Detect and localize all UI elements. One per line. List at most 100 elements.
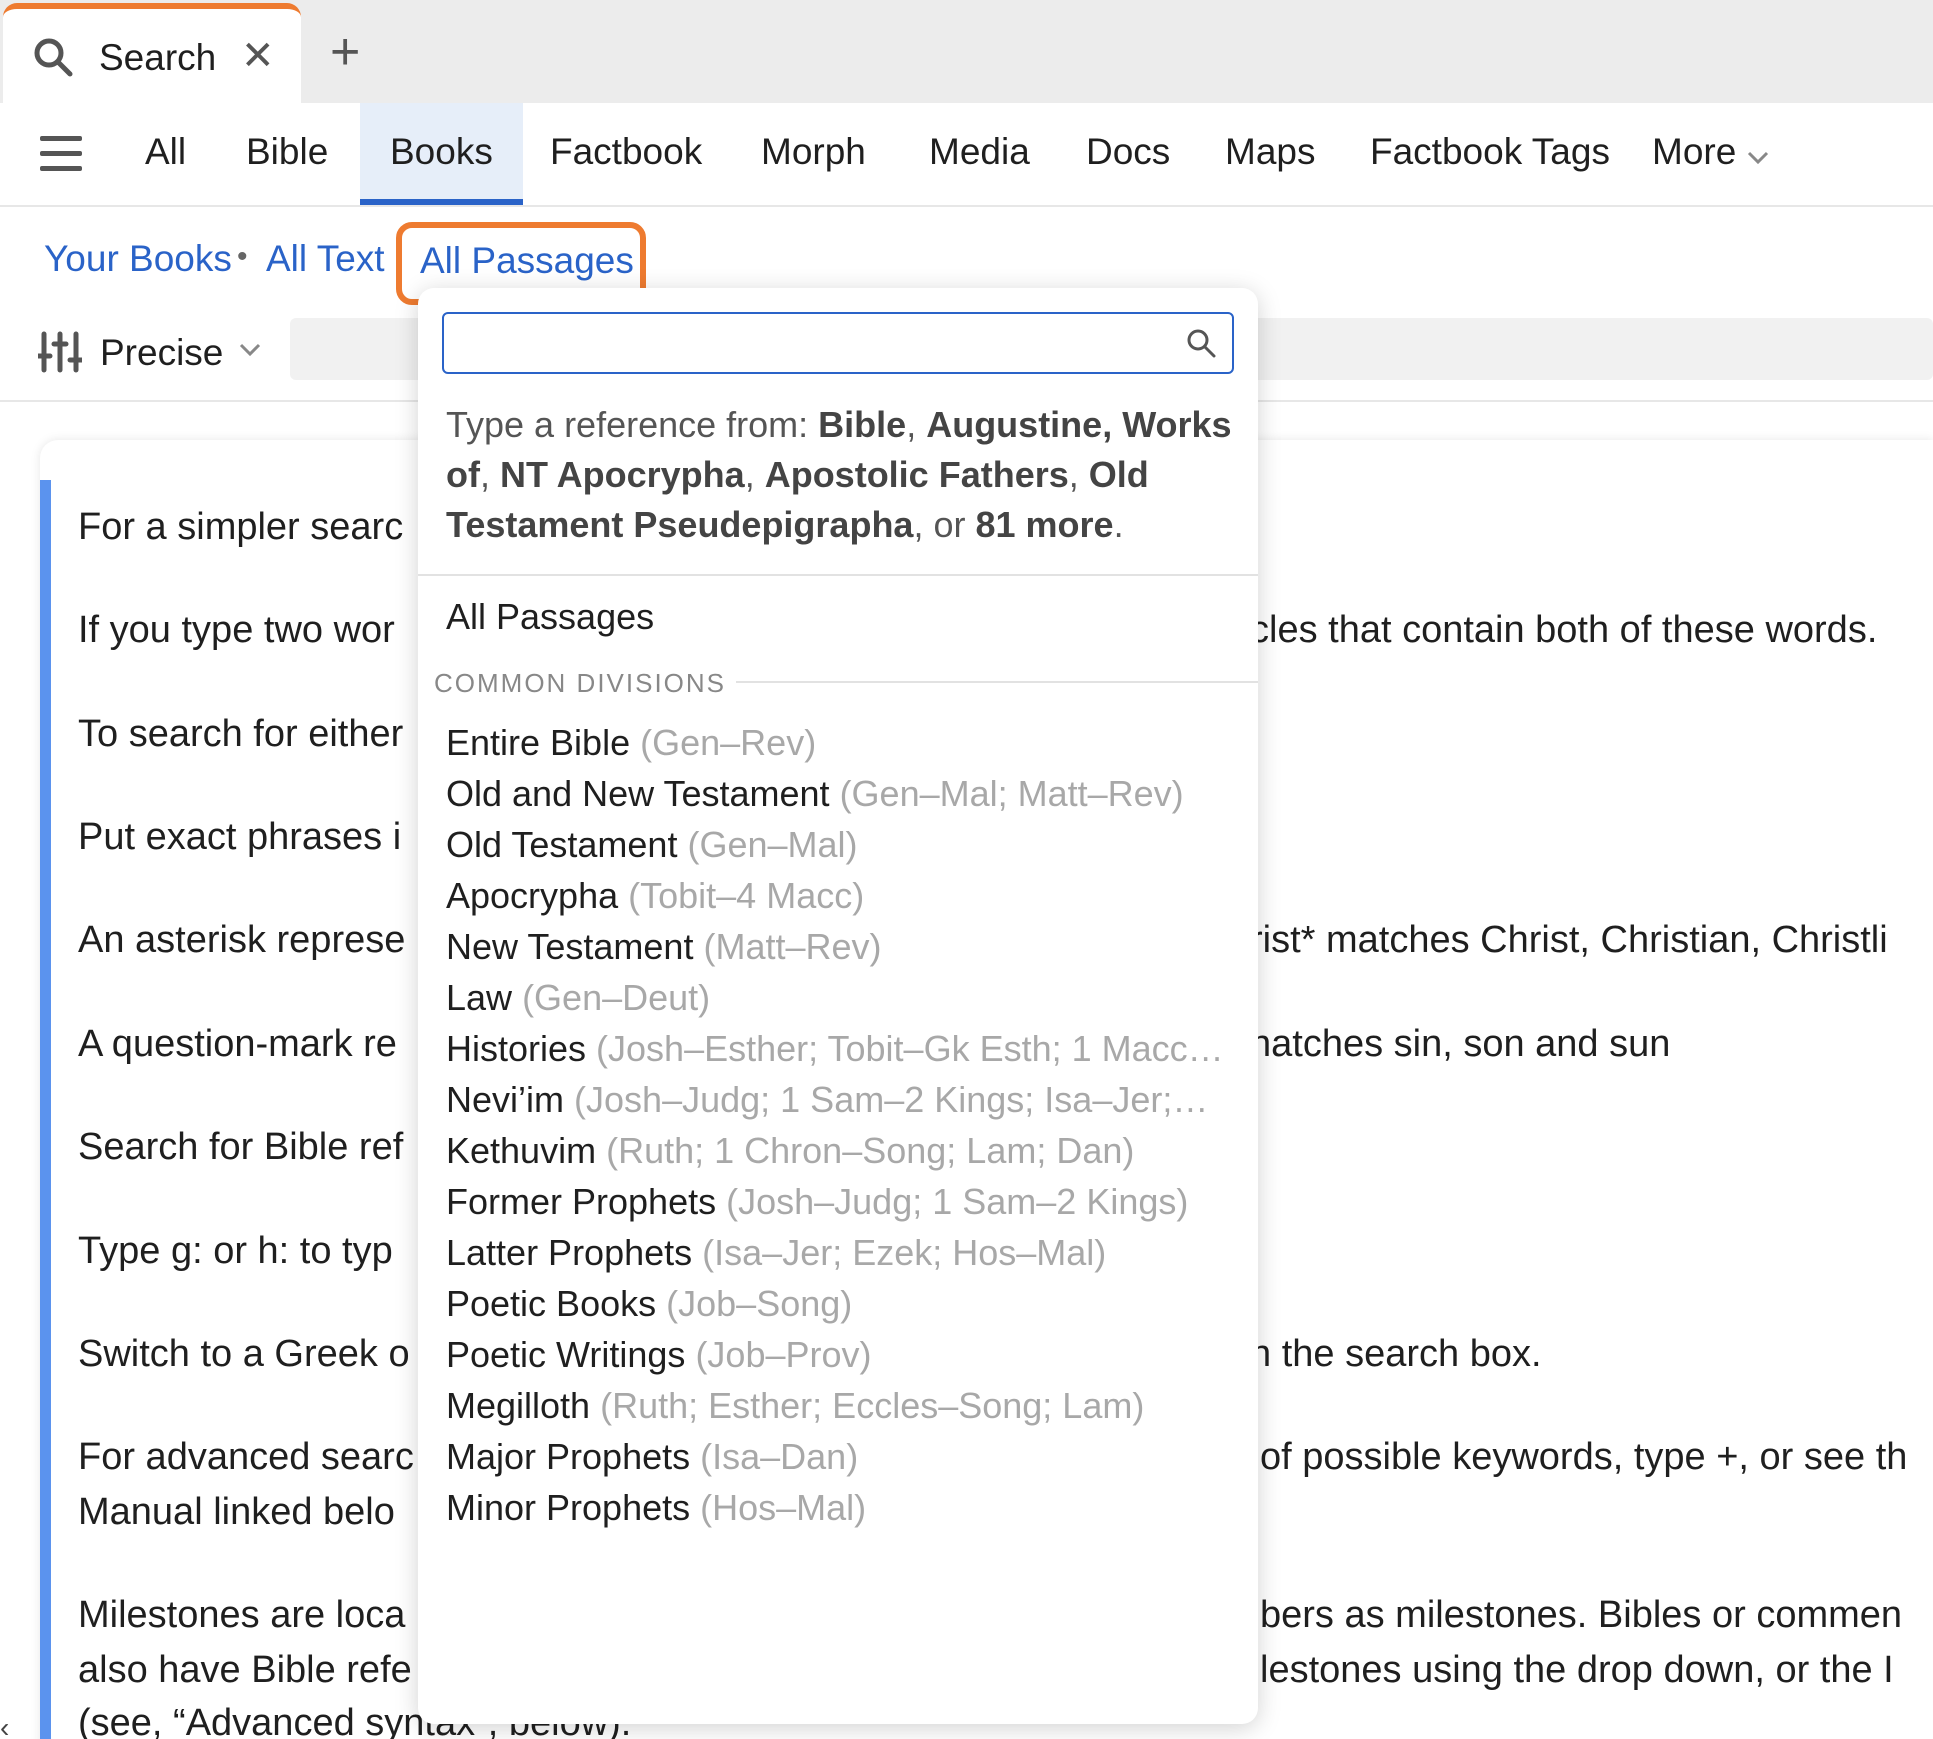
help-line: To search for either <box>78 713 404 755</box>
tab-title: Search <box>99 37 217 78</box>
reference-search-input[interactable] <box>454 322 1154 366</box>
help-line-right: bers as milestones. Bibles or commen <box>1260 1594 1903 1636</box>
division-name: Former Prophets <box>446 1181 717 1222</box>
nav-more-label: More <box>1652 131 1737 172</box>
hint-source: Bible <box>818 404 907 445</box>
division-name: Poetic Writings <box>446 1334 686 1375</box>
help-line: For advanced searc <box>78 1436 414 1478</box>
division-item[interactable]: Entire Bible (Gen–Rev) <box>446 722 1236 764</box>
division-name: Histories <box>446 1028 587 1069</box>
division-range: (Ruth; 1 Chron–Song; Lam; Dan) <box>606 1130 1135 1171</box>
help-line: Put exact phrases i <box>78 816 402 858</box>
help-line-right: rist* matches Christ, Christian, Christl… <box>1250 919 1888 961</box>
division-name: Entire Bible <box>446 722 631 763</box>
nav-item-morph[interactable]: Morph <box>761 103 866 205</box>
passages-dropdown: Type a reference from: Bible, Augustine,… <box>418 288 1258 1724</box>
nav-item-factbook[interactable]: Factbook <box>550 103 702 205</box>
chevron-down-icon <box>1746 105 1770 203</box>
division-item[interactable]: Kethuvim (Ruth; 1 Chron–Song; Lam; Dan) <box>446 1130 1236 1172</box>
close-icon[interactable]: ✕ <box>241 33 275 79</box>
nav-item-factbook-tags[interactable]: Factbook Tags <box>1370 103 1610 205</box>
tab-search[interactable]: Search ✕ <box>3 3 301 103</box>
division-range: (Gen–Rev) <box>640 722 817 763</box>
division-name: Old Testament <box>446 824 678 865</box>
division-name: Minor Prophets <box>446 1487 691 1528</box>
division-item[interactable]: Minor Prophets (Hos–Mal) <box>446 1487 1236 1529</box>
nav-item-media[interactable]: Media <box>929 103 1030 205</box>
division-name: Apocrypha <box>446 875 619 916</box>
hint-more: 81 more <box>975 504 1114 545</box>
help-line-right: natches sin, son and sun <box>1250 1023 1671 1065</box>
dropdown-item-all-passages[interactable]: All Passages <box>446 596 654 638</box>
division-item[interactable]: Old Testament (Gen–Mal) <box>446 824 1236 866</box>
division-item[interactable]: Law (Gen–Deut) <box>446 977 1236 1019</box>
tab-strip: Search ✕ + <box>0 0 1933 103</box>
hamburger-icon[interactable] <box>40 136 82 172</box>
division-name: Major Prophets <box>446 1436 691 1477</box>
divider <box>736 681 1258 683</box>
division-item[interactable]: Old and New Testament (Gen–Mal; Matt–Rev… <box>446 773 1236 815</box>
nav-bar: All Bible Books Factbook Morph Media Doc… <box>0 103 1933 207</box>
division-range: (Gen–Mal; Matt–Rev) <box>839 773 1184 814</box>
division-item[interactable]: Latter Prophets (Isa–Jer; Ezek; Hos–Mal) <box>446 1232 1236 1274</box>
hint-source: NT Apocrypha <box>500 454 745 495</box>
division-item[interactable]: Former Prophets (Josh–Judg; 1 Sam–2 King… <box>446 1181 1236 1223</box>
reference-search-field[interactable] <box>442 312 1234 374</box>
division-range: (Ruth; Esther; Eccles–Song; Lam) <box>600 1385 1145 1426</box>
division-range: (Josh–Judg; 1 Sam–2 Kings; Isa–Jer;… <box>574 1079 1209 1120</box>
reference-hint: Type a reference from: Bible, Augustine,… <box>446 404 1232 545</box>
division-range: (Isa–Jer; Ezek; Hos–Mal) <box>702 1232 1107 1273</box>
chevron-left-icon[interactable]: ‹ <box>0 1712 9 1739</box>
sliders-icon[interactable] <box>35 330 85 379</box>
division-range: (Josh–Esther; Tobit–Gk Esth; 1 Macc… <box>596 1028 1224 1069</box>
precise-mode[interactable]: Precise <box>100 332 223 374</box>
division-range: (Gen–Mal) <box>687 824 858 865</box>
help-line: A question-mark re <box>78 1023 397 1065</box>
division-item[interactable]: Megilloth (Ruth; Esther; Eccles–Song; La… <box>446 1385 1236 1427</box>
crumb-all-text[interactable]: All Text <box>266 238 385 280</box>
division-name: Nevi’im <box>446 1079 565 1120</box>
help-accent-rule <box>40 480 51 1739</box>
division-range: (Matt–Rev) <box>703 926 882 967</box>
nav-item-books[interactable]: Books <box>360 103 523 205</box>
search-icon <box>33 37 73 82</box>
division-item[interactable]: Poetic Writings (Job–Prov) <box>446 1334 1236 1376</box>
help-line: For a simpler searc <box>78 506 404 548</box>
division-name: New Testament <box>446 926 694 967</box>
division-name: Poetic Books <box>446 1283 657 1324</box>
help-line: If you type two wor <box>78 609 395 651</box>
chevron-down-icon[interactable] <box>238 342 262 363</box>
help-line: Type g: or h: to typ <box>78 1230 393 1272</box>
division-item[interactable]: Nevi’im (Josh–Judg; 1 Sam–2 Kings; Isa–J… <box>446 1079 1236 1121</box>
division-name: Megilloth <box>446 1385 591 1426</box>
help-line: Search for Bible ref <box>78 1126 404 1168</box>
nav-item-all[interactable]: All <box>145 103 186 205</box>
division-range: (Gen–Deut) <box>522 977 711 1018</box>
division-item[interactable]: New Testament (Matt–Rev) <box>446 926 1236 968</box>
division-item[interactable]: Major Prophets (Isa–Dan) <box>446 1436 1236 1478</box>
division-item[interactable]: Histories (Josh–Esther; Tobit–Gk Esth; 1… <box>446 1028 1236 1070</box>
divider <box>418 574 1258 576</box>
nav-item-maps[interactable]: Maps <box>1225 103 1315 205</box>
crumb-your-books[interactable]: Your Books <box>44 238 232 280</box>
division-name: Kethuvim <box>446 1130 597 1171</box>
division-range: (Job–Song) <box>666 1283 853 1324</box>
help-line: Milestones are loca <box>78 1594 406 1636</box>
help-line: Switch to a Greek o <box>78 1333 410 1375</box>
division-item[interactable]: Apocrypha (Tobit–4 Macc) <box>446 875 1236 917</box>
nav-item-bible[interactable]: Bible <box>246 103 328 205</box>
division-item[interactable]: Poetic Books (Job–Song) <box>446 1283 1236 1325</box>
nav-item-docs[interactable]: Docs <box>1086 103 1170 205</box>
help-line-right: n the search box. <box>1250 1333 1542 1375</box>
nav-item-more[interactable]: More <box>1652 103 1770 205</box>
division-range: (Josh–Judg; 1 Sam–2 Kings) <box>726 1181 1189 1222</box>
search-icon[interactable] <box>1186 328 1216 363</box>
help-line-right: lestones using the drop down, or the I <box>1260 1649 1894 1691</box>
division-range: (Tobit–4 Macc) <box>628 875 865 916</box>
plus-icon[interactable]: + <box>330 22 360 82</box>
crumb-separator: • <box>237 240 248 273</box>
help-line: An asterisk represe <box>78 919 406 961</box>
help-line: also have Bible refe <box>78 1649 412 1691</box>
section-title: COMMON DIVISIONS <box>434 668 727 698</box>
division-range: (Isa–Dan) <box>700 1436 859 1477</box>
